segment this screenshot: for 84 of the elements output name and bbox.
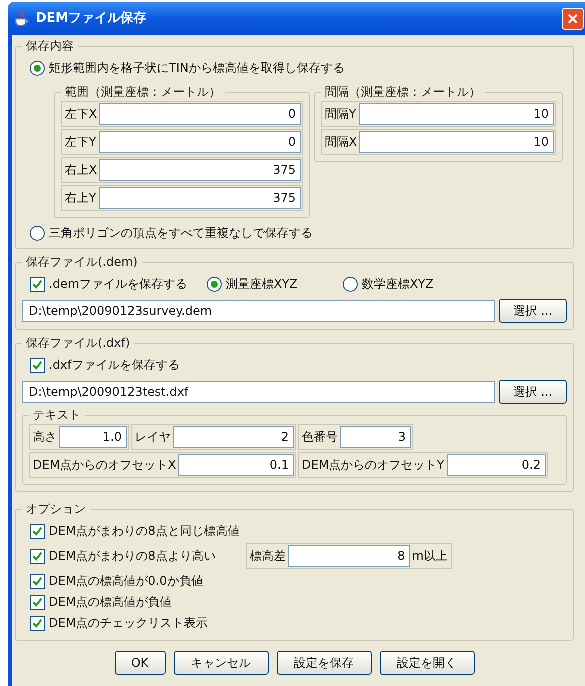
checkbox[interactable] [30,594,45,610]
checkbox-label: DEM点がまわりの8点より高い [49,548,216,565]
input-field[interactable]: 0.2 [446,454,546,476]
checkbox-label: DEM点がまわりの8点と同じ標高値 [49,523,240,540]
group-title: 保存内容 [25,38,75,55]
input-field[interactable]: 3 [340,426,411,448]
checkbox[interactable] [30,524,45,538]
radio-button[interactable] [30,60,45,76]
checkbox-option[interactable]: DEM点がまわりの8点と同じ標高値 [30,522,246,540]
field-label: 右上X [64,162,98,179]
group-title: テキスト [32,407,82,424]
input-field[interactable]: 1.0 [59,426,127,448]
radio-label: 数学座標XYZ [362,276,434,293]
unit-label: m以上 [411,548,449,565]
field-label: 高さ [32,429,58,446]
group-title: 間隔（測量座標：メートル） [324,84,482,101]
field-label: 右上Y [64,190,98,207]
check-icon [32,596,43,608]
checkbox-label: .demファイルを保存する [49,276,188,293]
input-field[interactable]: 10 [359,131,554,153]
input-field[interactable]: D:\temp\20090123survey.dem [22,300,495,322]
radio-button[interactable] [30,226,45,240]
window-title: DEMファイル保存 [36,10,147,28]
input-field[interactable]: D:\temp\20090123test.dxf [22,381,495,403]
checkbox-label: DEM点の標高値が負値 [49,594,172,611]
check-icon [32,618,43,628]
check-icon [32,360,43,370]
field-label: 間隔Y [324,106,358,123]
checkbox-option[interactable]: .dxfファイルを保存する [30,356,567,374]
checkbox-option[interactable]: .demファイルを保存する [30,275,207,293]
field-label: レイヤ [134,429,172,446]
checkbox-label: .dxfファイルを保存する [49,357,180,374]
close-button[interactable] [562,8,584,30]
checkbox-option[interactable]: DEM点のチェックリスト表示 [30,614,246,632]
field-label: 左下Y [64,134,98,151]
input-field[interactable]: 8 [288,545,410,567]
check-icon [32,576,43,586]
radio-label: 測量座標XYZ [226,276,298,293]
checkbox-label: DEM点のチェックリスト表示 [49,615,208,632]
group-title: 保存ファイル(.dem) [25,254,139,271]
field-label: 左下X [64,106,98,123]
radio-button[interactable] [207,276,222,292]
close-icon [567,12,579,24]
radio-button[interactable] [343,276,358,292]
radio-option[interactable]: 矩形範囲内を格子状にTINから標高値を取得し保存する [30,59,567,77]
dialog-button[interactable]: 設定を開く [380,651,474,675]
input-field[interactable]: 375 [99,187,301,209]
input-field[interactable]: 0 [99,131,301,153]
input-field[interactable]: 2 [173,426,294,448]
dialog-button[interactable]: OK [114,651,166,675]
radio-option[interactable]: 数学座標XYZ [343,275,434,293]
checkbox-option[interactable]: DEM点がまわりの8点より高い [30,547,246,565]
check-icon [32,278,43,290]
group-title: 範囲（測量座標：メートル） [64,84,222,101]
coffee-cup-icon [14,10,30,28]
field-label: 色番号 [301,429,339,446]
input-field[interactable]: 0 [99,103,301,125]
radio-label: 矩形範囲内を格子状にTINから標高値を取得し保存する [49,60,345,77]
check-icon [32,526,43,536]
dialog-button[interactable]: 選択 ... [499,299,567,323]
field-label: DEM点からのオフセットY [301,457,446,474]
input-field[interactable]: 10 [359,103,554,125]
check-icon [32,550,43,562]
input-field[interactable]: 0.1 [178,454,294,476]
radio-label: 三角ポリゴンの頂点をすべて重複なしで保存する [49,225,313,242]
field-label: 間隔X [324,134,358,151]
checkbox-label: DEM点の標高値が0.0か負値 [49,573,204,590]
group-title: オプション [25,501,87,518]
checkbox[interactable] [30,358,45,372]
field-label: DEM点からのオフセットX [32,457,178,474]
dialog-button[interactable]: 選択 ... [499,380,567,404]
checkbox[interactable] [30,276,45,292]
input-field[interactable]: 375 [99,159,301,181]
checkbox-option[interactable]: DEM点の標高値が0.0か負値 [30,572,246,590]
radio-option[interactable]: 三角ポリゴンの頂点をすべて重複なしで保存する [30,224,567,242]
dialog-button[interactable]: キャンセル [174,651,268,675]
dialog-button[interactable]: 設定を保存 [276,651,372,675]
group-title: 保存ファイル(.dxf) [25,335,132,352]
checkbox[interactable] [30,616,45,630]
field-label: 標高差 [249,548,287,565]
checkbox[interactable] [30,548,45,564]
radio-option[interactable]: 測量座標XYZ [207,275,343,293]
checkbox-option[interactable]: DEM点の標高値が負値 [30,593,246,611]
checkbox[interactable] [30,574,45,588]
